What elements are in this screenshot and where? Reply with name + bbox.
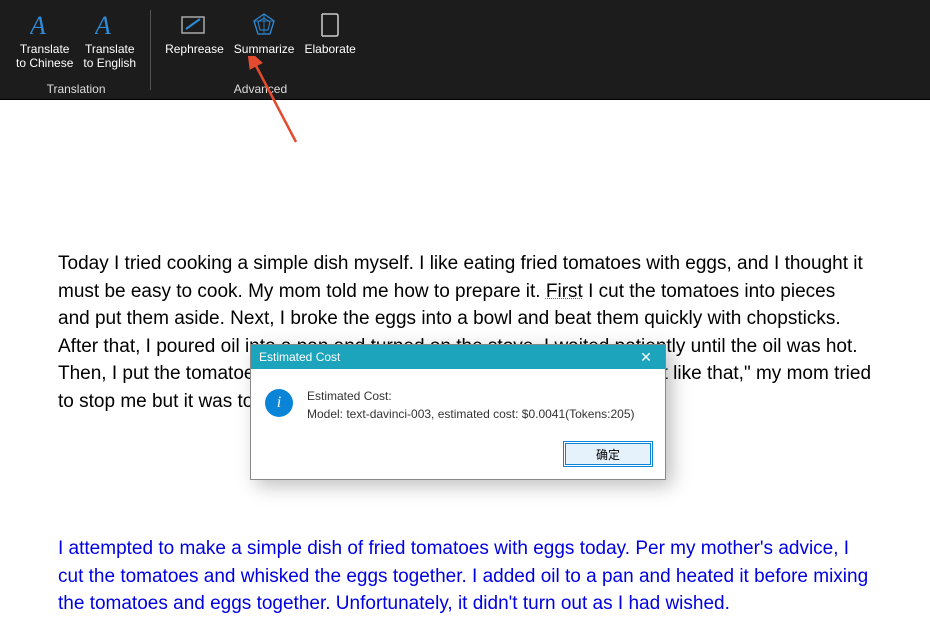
dialog-body: i Estimated Cost: Model: text-davinci-00… bbox=[251, 369, 665, 433]
ribbon-group-translation: A Translate to Chinese A Translate to En… bbox=[8, 6, 144, 96]
spellcheck-word[interactable]: First bbox=[546, 281, 583, 302]
ok-button[interactable]: 确定 bbox=[565, 443, 651, 465]
rephrase-button[interactable]: Rephrease bbox=[161, 6, 228, 56]
dialog-line2: Model: text-davinci-003, estimated cost:… bbox=[307, 405, 635, 423]
dialog-titlebar[interactable]: Estimated Cost ✕ bbox=[251, 345, 665, 369]
ribbon-group-label: Advanced bbox=[157, 82, 364, 96]
translate-icon: A bbox=[95, 8, 125, 42]
dialog-title-text: Estimated Cost bbox=[259, 350, 340, 364]
summarize-button[interactable]: Summarize bbox=[230, 6, 299, 56]
ribbon-separator bbox=[150, 10, 151, 90]
info-icon: i bbox=[265, 389, 293, 417]
ribbon-group-label: Translation bbox=[8, 82, 144, 96]
svg-text:A: A bbox=[95, 12, 111, 38]
button-label: Elaborate bbox=[304, 42, 355, 56]
generated-paragraph[interactable]: I attempted to make a simple dish of fri… bbox=[58, 535, 872, 618]
button-label-line1: Translate bbox=[85, 42, 135, 56]
svg-text:A: A bbox=[30, 12, 46, 38]
button-label-line1: Translate bbox=[20, 42, 70, 56]
ribbon-toolbar: A Translate to Chinese A Translate to En… bbox=[0, 0, 930, 100]
summarize-icon bbox=[250, 8, 278, 42]
dialog-line1: Estimated Cost: bbox=[307, 387, 635, 405]
button-label: Rephrease bbox=[165, 42, 224, 56]
translate-icon: A bbox=[30, 8, 60, 42]
button-label-line2: to Chinese bbox=[16, 56, 73, 70]
elaborate-icon bbox=[318, 8, 342, 42]
ribbon-group-advanced: Rephrease Summarize bbox=[157, 6, 364, 96]
close-icon[interactable]: ✕ bbox=[633, 350, 659, 364]
translate-to-english-button[interactable]: A Translate to English bbox=[79, 6, 140, 71]
edit-icon bbox=[180, 8, 208, 42]
button-label: Summarize bbox=[234, 42, 295, 56]
estimated-cost-dialog: Estimated Cost ✕ i Estimated Cost: Model… bbox=[250, 344, 666, 480]
translate-to-chinese-button[interactable]: A Translate to Chinese bbox=[12, 6, 77, 71]
dialog-message: Estimated Cost: Model: text-davinci-003,… bbox=[307, 387, 635, 423]
elaborate-button[interactable]: Elaborate bbox=[300, 6, 359, 56]
dialog-footer: 确定 bbox=[251, 433, 665, 479]
button-label-line2: to English bbox=[83, 56, 136, 70]
